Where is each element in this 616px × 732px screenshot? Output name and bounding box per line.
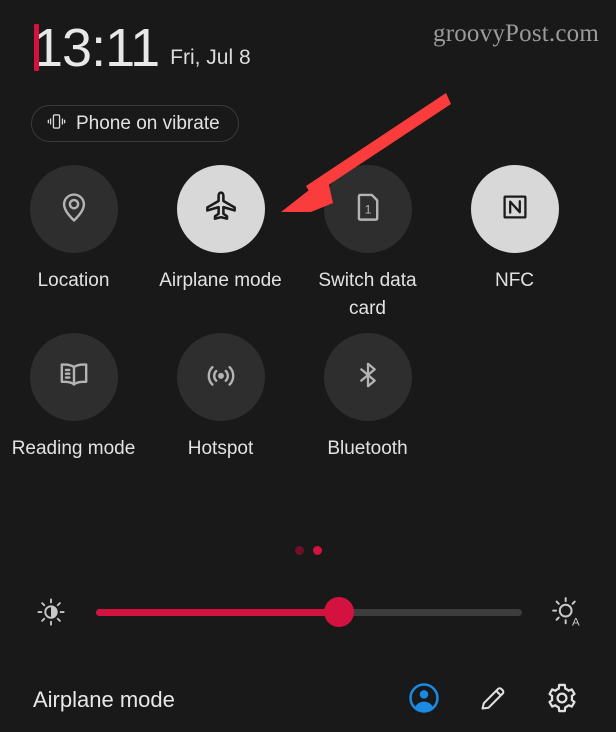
user-account-icon[interactable]: [408, 682, 440, 719]
tile-hotspot-button[interactable]: [176, 333, 265, 421]
book-icon: [57, 358, 91, 397]
footer-action-group: [408, 682, 578, 719]
tile-location[interactable]: Location: [0, 165, 147, 323]
brightness-control-row: A: [0, 590, 616, 634]
svg-text:A: A: [572, 617, 580, 628]
settings-gear-icon[interactable]: [546, 682, 578, 719]
site-watermark: groovyPost.com: [433, 20, 599, 47]
tile-reading-mode-button[interactable]: [29, 333, 118, 421]
hotspot-icon: [204, 358, 238, 397]
tile-reading-mode[interactable]: Reading mode: [0, 333, 147, 463]
ringer-mode-chip[interactable]: Phone on vibrate: [31, 105, 239, 142]
edit-pencil-icon[interactable]: [478, 683, 508, 718]
clock-time: 13:11: [33, 18, 160, 78]
tile-switch-data-card-label: Switch data card: [318, 270, 417, 319]
bluetooth-icon: [352, 359, 384, 396]
clock-date: Fri, Jul 8: [170, 46, 251, 69]
tile-nfc-button[interactable]: [470, 165, 559, 253]
tile-airplane-mode-label: Airplane mode: [159, 270, 282, 291]
footer-bar: Airplane mode: [0, 668, 616, 732]
quick-settings-tile-grid: Location Airplane mode 1 Switch data car…: [0, 165, 616, 473]
brightness-slider-thumb[interactable]: [323, 597, 354, 627]
tile-nfc[interactable]: NFC: [441, 165, 588, 323]
clock-widget[interactable]: 13:11 Fri, Jul 8: [33, 21, 251, 75]
tile-switch-data-card-button[interactable]: 1: [323, 165, 412, 253]
page-dot-2[interactable]: [312, 546, 322, 555]
airplane-icon: [203, 189, 239, 230]
page-dot-1[interactable]: [294, 546, 304, 555]
tile-airplane-mode-button[interactable]: [176, 165, 265, 253]
vibrate-icon: [46, 111, 67, 137]
tile-bluetooth[interactable]: Bluetooth: [294, 333, 441, 463]
location-pin-icon: [57, 190, 91, 229]
sim-card-1-icon: 1: [351, 190, 385, 229]
svg-text:1: 1: [364, 202, 371, 216]
tile-airplane-mode[interactable]: Airplane mode: [147, 165, 294, 323]
quick-settings-panel: 13:11 Fri, Jul 8 groovyPost.com Phone on…: [0, 0, 616, 732]
auto-brightness-icon[interactable]: A: [544, 596, 590, 628]
brightness-slider[interactable]: [96, 597, 522, 627]
tile-location-label: Location: [37, 270, 110, 291]
tile-bluetooth-label: Bluetooth: [327, 438, 408, 459]
clock-accent-bar: [34, 24, 39, 71]
status-header: 13:11 Fri, Jul 8 groovyPost.com Phone on…: [0, 0, 616, 155]
tile-bluetooth-button[interactable]: [323, 333, 412, 421]
brightness-contrast-icon[interactable]: [28, 597, 74, 627]
ringer-mode-label: Phone on vibrate: [76, 112, 220, 134]
footer-title: Airplane mode: [33, 687, 175, 712]
tile-nfc-label: NFC: [494, 270, 535, 291]
tile-location-button[interactable]: [29, 165, 118, 253]
tile-hotspot-label: Hotspot: [187, 438, 254, 459]
tile-hotspot[interactable]: Hotspot: [147, 333, 294, 463]
nfc-icon: [499, 191, 531, 228]
tile-switch-data-card[interactable]: 1 Switch data card: [294, 165, 441, 323]
page-indicator: [0, 546, 616, 555]
tile-reading-mode-label: Reading mode: [11, 438, 136, 459]
brightness-slider-fill: [96, 608, 339, 616]
clock-time-text: 13:11: [33, 18, 160, 78]
